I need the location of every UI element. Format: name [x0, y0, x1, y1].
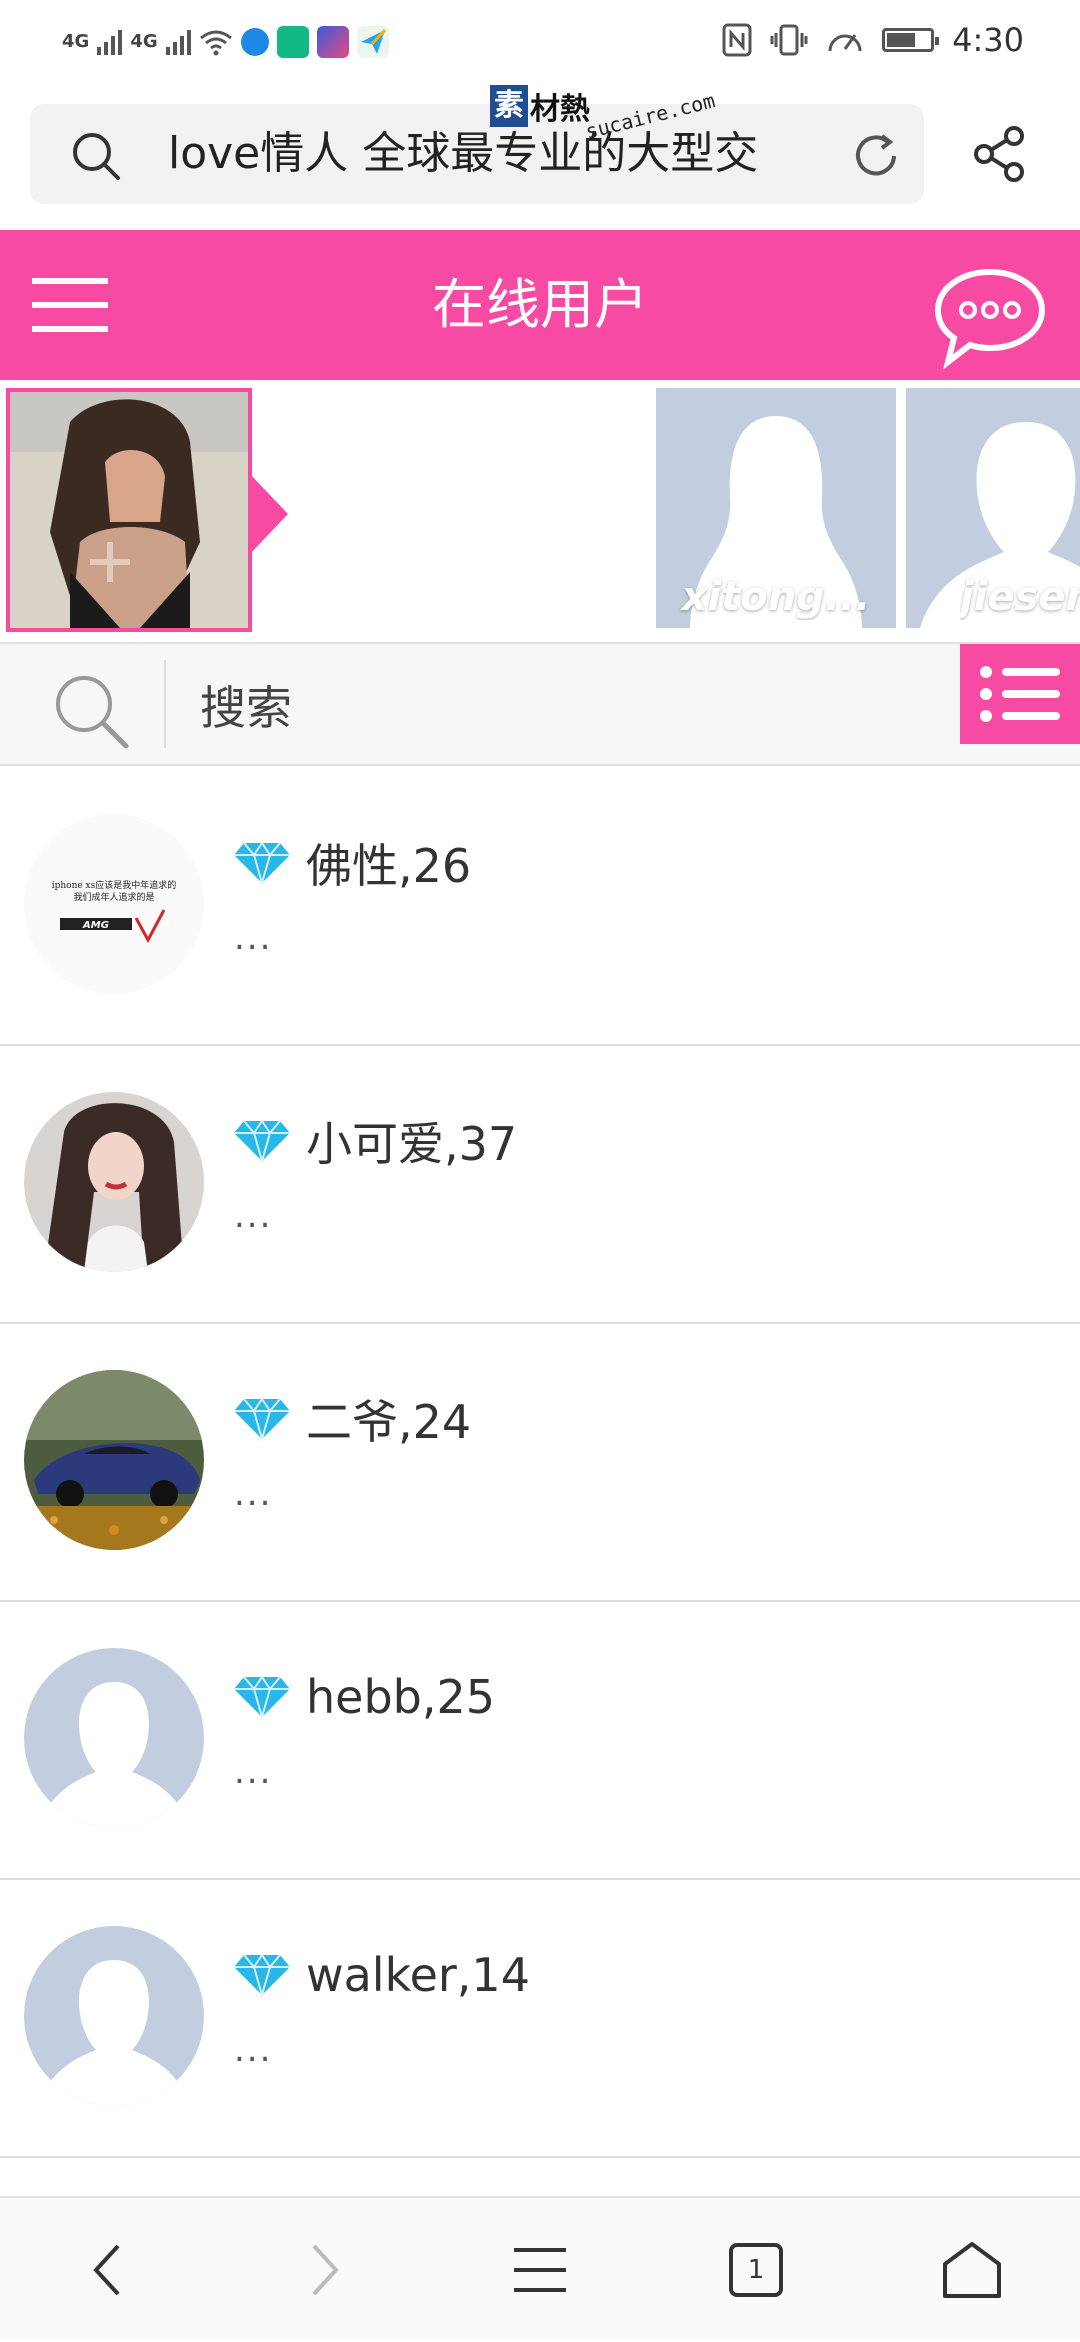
diamond-vip-icon: [234, 1397, 290, 1441]
shopping-app-icon: [276, 26, 309, 58]
diamond-vip-icon: [234, 1953, 290, 1997]
hamburger-icon: [514, 2248, 566, 2292]
status-bar: 4G 4G 4:30: [0, 0, 1080, 82]
search-input[interactable]: 搜索: [200, 672, 292, 738]
search-icon: [56, 676, 129, 749]
diamond-vip-icon: [234, 1675, 290, 1719]
clock: 4:30: [952, 21, 1024, 59]
user-name-age: hebb,25: [306, 1670, 496, 1724]
chevron-left-icon: [93, 2244, 120, 2296]
page-title: 在线用户: [432, 273, 648, 336]
nfc-icon: [722, 23, 752, 57]
app-header: 在线用户: [0, 230, 1080, 380]
vibrate-icon: [770, 24, 808, 56]
list-icon: [980, 666, 1060, 722]
back-button[interactable]: [38, 2198, 178, 2342]
browser-app-icon: [240, 28, 269, 56]
car-photo-avatar: [24, 1370, 204, 1550]
user-bio: ...: [234, 1474, 273, 1514]
male-placeholder-icon: [38, 1960, 190, 2106]
signal-icon: [165, 29, 191, 55]
chevron-right-icon: [312, 2244, 339, 2296]
user-bio: ...: [234, 2030, 273, 2070]
list-filter-button[interactable]: [960, 644, 1080, 744]
user-avatar: [24, 1370, 204, 1550]
arrow-right-icon: [250, 474, 288, 554]
user-list-item[interactable]: walker,14 ...: [0, 1880, 1080, 2158]
svg-text:iphone xs应该是我中年追求的: iphone xs应该是我中年追求的: [52, 879, 177, 891]
signal-label-2: 4G: [130, 31, 158, 52]
news-app-icon: [316, 26, 349, 58]
online-users-strip: xitong... jiesen...: [0, 380, 1080, 642]
user-bio: ...: [234, 1196, 273, 1236]
svg-text:AMG: AMG: [82, 920, 109, 931]
forward-button[interactable]: [254, 2198, 394, 2342]
user-list-item[interactable]: iphone xs应该是我中年追求的 我们成年人追求的是 AMG 佛性,26 .…: [0, 768, 1080, 1046]
male-placeholder-icon: [38, 1682, 190, 1828]
girl-photo-avatar: [24, 1092, 204, 1272]
online-user-name: xitong...: [681, 574, 871, 620]
user-name-age: 二爷,24: [306, 1395, 472, 1449]
url-bar[interactable]: love情人 全球最专业的大型交: [30, 104, 924, 204]
home-button[interactable]: [902, 2198, 1042, 2342]
user-list-item[interactable]: 二爷,24 ...: [0, 1324, 1080, 1602]
user-list-item[interactable]: 小可爱,37 ...: [0, 1046, 1080, 1324]
send-app-icon: [356, 26, 389, 58]
speed-icon: [828, 34, 862, 52]
user-bio: ...: [234, 918, 273, 958]
tab-count: 1: [747, 2255, 765, 2285]
search-icon: [73, 133, 120, 180]
user-avatar: [24, 1092, 204, 1272]
divider: [164, 660, 166, 748]
user-name-age: walker,14: [306, 1948, 530, 2002]
user-list-item[interactable]: hebb,25 ...: [0, 1602, 1080, 1880]
my-avatar-add[interactable]: [6, 388, 252, 632]
home-icon: [943, 2242, 1001, 2298]
diamond-vip-icon: [234, 841, 290, 885]
share-icon[interactable]: [970, 124, 1030, 184]
watermark-logo: 素 材熱 sucaire.com: [490, 82, 717, 144]
online-user-avatar[interactable]: xitong...: [656, 388, 896, 628]
user-avatar: iphone xs应该是我中年追求的 我们成年人追求的是 AMG: [24, 814, 204, 994]
wifi-icon: [199, 30, 232, 56]
browser-bottom-nav: 1: [0, 2196, 1080, 2340]
online-user-name: jiesen...: [960, 574, 1080, 620]
menu-button[interactable]: [470, 2198, 610, 2342]
url-text[interactable]: love情人 全球最专业的大型交: [168, 128, 828, 180]
amg-avatar-image: iphone xs应该是我中年追求的 我们成年人追求的是 AMG: [52, 879, 177, 944]
user-avatar: [24, 1648, 204, 1828]
tabs-button[interactable]: 1: [686, 2198, 826, 2342]
user-name-age: 佛性,26: [306, 839, 472, 893]
signal-icon: [97, 29, 123, 55]
online-user-avatar[interactable]: jiesen...: [906, 388, 1080, 628]
user-search-bar[interactable]: 搜索: [0, 642, 1080, 766]
svg-text:我们成年人追求的是: 我们成年人追求的是: [73, 891, 154, 903]
user-bio: ...: [234, 1752, 273, 1792]
battery-icon: [882, 28, 940, 52]
tabs-icon: 1: [729, 2243, 783, 2297]
diamond-vip-icon: [234, 1119, 290, 1163]
signal-label-1: 4G: [62, 31, 90, 52]
chat-bubble-icon[interactable]: [930, 266, 1050, 376]
refresh-icon[interactable]: [850, 130, 902, 182]
user-name-age: 小可爱,37: [306, 1117, 518, 1171]
my-avatar-photo: [10, 392, 248, 628]
user-avatar: [24, 1926, 204, 2106]
